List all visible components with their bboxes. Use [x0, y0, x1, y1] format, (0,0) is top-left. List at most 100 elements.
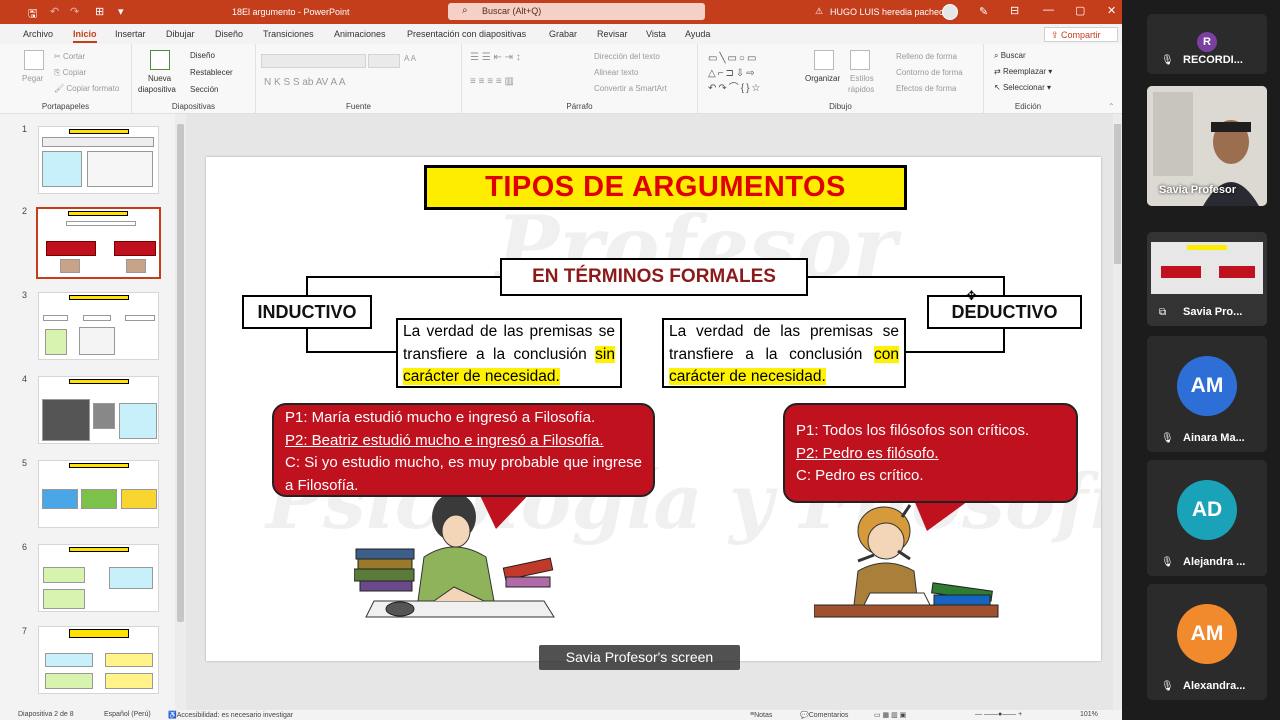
quick-styles-label-2[interactable]: rápidos [848, 85, 874, 94]
inductive-definition[interactable]: La verdad de las premisas se transfiere … [396, 318, 622, 388]
text-direction-button[interactable]: Dirección del texto [594, 52, 660, 61]
cut-button[interactable]: ✂ Cortar [54, 52, 85, 61]
list-icons[interactable]: ☰ ☰ ⇤ ⇥ ↕ [470, 52, 521, 63]
thumb-number: 5 [22, 458, 28, 468]
reset-button[interactable]: Restablecer [190, 68, 233, 77]
save-icon[interactable]: 🖫 [28, 5, 37, 24]
shape-outline-button[interactable]: Contorno de forma [896, 68, 963, 77]
smartart-button[interactable]: Convertir a SmartArt [594, 84, 667, 93]
quick-styles-icon[interactable] [850, 50, 870, 70]
select-button[interactable]: ↖ Seleccionar ▾ [994, 83, 1051, 92]
user-avatar[interactable] [942, 4, 958, 20]
align-text-button[interactable]: Alinear texto [594, 68, 638, 77]
shapes-gallery[interactable]: ▭╲▭○▭ △⌐⊐⇩⇨ ↶↷⌒{}☆ [708, 51, 800, 94]
ribbon-display-button[interactable]: ⊟ [1010, 4, 1019, 17]
maximize-button[interactable]: ▢ [1075, 4, 1085, 17]
participant-tile-screen[interactable]: ⧉ Savia Pro... [1147, 232, 1267, 326]
deductive-label[interactable]: DEDUCTIVO [927, 295, 1082, 329]
slide-thumbnail-3[interactable] [38, 292, 159, 360]
participant-tile[interactable]: AM 🎙 Alexandra... [1147, 584, 1267, 700]
font-size-select[interactable] [368, 54, 400, 68]
slide-canvas[interactable]: Profesor Psicología y Filosofía TIPOS DE… [206, 157, 1101, 661]
tab-transiciones[interactable]: Transiciones [263, 29, 314, 39]
quick-styles-button[interactable]: Estilos [850, 74, 874, 83]
tab-revisar[interactable]: Revisar [597, 29, 628, 39]
slide-thumbnail-5[interactable] [38, 460, 159, 528]
tab-insertar[interactable]: Insertar [115, 29, 146, 39]
scrollbar-thumb[interactable] [1114, 124, 1121, 264]
slide-count[interactable]: Diapositiva 2 de 8 [18, 711, 74, 718]
participant-tile-recording[interactable]: R 🎙 RECORDI... [1147, 14, 1267, 74]
participant-tile-video[interactable]: Savia Profesor [1147, 86, 1267, 206]
tab-presentacion[interactable]: Presentación con diapositivas [407, 29, 526, 39]
find-button[interactable]: ⌕ Buscar [994, 51, 1026, 61]
deductive-definition[interactable]: La verdad de las premisas se transfiere … [662, 318, 906, 388]
tab-grabar[interactable]: Grabar [549, 29, 577, 39]
replace-button[interactable]: ⇄ Reemplazar ▾ [994, 67, 1052, 76]
comments-button[interactable]: 💬 Comentarios [800, 711, 848, 719]
slide-scrollbar[interactable] [1113, 114, 1122, 710]
collapse-ribbon-icon[interactable]: ⌃ [1108, 102, 1115, 111]
zoom-level[interactable]: 101% [1080, 711, 1098, 718]
thumbnail-scrollbar[interactable] [175, 114, 186, 710]
new-slide-label-2[interactable]: diapositiva [138, 85, 176, 94]
participant-tile[interactable]: AD 🎙 Alejandra ... [1147, 460, 1267, 576]
align-icons[interactable]: ≡ ≡ ≡ ≡ ▥ [470, 76, 514, 87]
inductive-example-bubble[interactable]: P1: María estudió mucho e ingresó a Filo… [272, 403, 655, 497]
tab-vista[interactable]: Vista [646, 29, 666, 39]
slide-thumbnail-6[interactable] [38, 544, 159, 612]
close-button[interactable]: ✕ [1107, 4, 1116, 17]
tab-animaciones[interactable]: Animaciones [334, 29, 386, 39]
layout-button[interactable]: Diseño [190, 51, 215, 60]
user-name[interactable]: HUGO LUIS heredia pacheco [830, 7, 949, 17]
participant-tile[interactable]: AM 🎙 Ainara Ma... [1147, 336, 1267, 452]
new-slide-label[interactable]: Nueva [148, 74, 171, 83]
format-painter-button[interactable]: 🖌 Copiar formato [54, 84, 119, 93]
shape-effects-button[interactable]: Efectos de forma [896, 84, 956, 93]
undo-icon[interactable]: ↶ [50, 5, 59, 18]
tab-archivo[interactable]: Archivo [23, 29, 53, 39]
share-button[interactable]: ⇪ Compartir [1044, 27, 1118, 42]
arrange-button[interactable]: Organizar [805, 74, 840, 83]
scrollbar-thumb[interactable] [177, 124, 184, 622]
new-slide-icon[interactable] [150, 50, 170, 70]
thinking-boy-art [813, 504, 999, 618]
deductive-example-bubble[interactable]: P1: Todos los filósofos son críticos. P2… [783, 403, 1078, 503]
inductive-label[interactable]: INDUCTIVO [242, 295, 372, 329]
tab-inicio[interactable]: Inicio [73, 29, 97, 43]
formal-terms-heading[interactable]: EN TÉRMINOS FORMALES [500, 258, 808, 296]
view-buttons[interactable]: ▭ ▦ ▥ ▣ [874, 711, 906, 719]
font-grow-icons[interactable]: A A [404, 54, 416, 63]
zoom-slider[interactable]: — ——●—— + [975, 711, 1022, 718]
pen-icon[interactable]: ✎ [979, 5, 988, 18]
font-family-select[interactable] [261, 54, 366, 68]
font-format-icons[interactable]: N K S S ab AV A A [264, 77, 346, 88]
slide-thumbnail-4[interactable] [38, 376, 159, 444]
language-indicator[interactable]: Español (Perú) [104, 711, 151, 718]
tab-dibujar[interactable]: Dibujar [166, 29, 195, 39]
copy-button[interactable]: ⎘ Copiar [54, 68, 86, 78]
notes-button[interactable]: ≡ Notas [750, 711, 772, 719]
studying-girl-illustration[interactable] [353, 493, 564, 623]
slide-thumbnail-2[interactable] [36, 207, 161, 279]
customize-toolbar-icon[interactable]: ▾ [118, 5, 124, 18]
accessibility-status[interactable]: ♿ Accesibilidad: es necesario investigar [168, 711, 293, 719]
slide-thumbnail-7[interactable] [38, 626, 159, 694]
redo-icon[interactable]: ↷ [70, 5, 79, 18]
thinking-boy-illustration[interactable] [813, 501, 1004, 621]
arrange-icon[interactable] [814, 50, 834, 70]
slide-title[interactable]: TIPOS DE ARGUMENTOS [424, 165, 907, 210]
section-button[interactable]: Sección [190, 85, 218, 94]
paste-icon[interactable] [24, 50, 44, 70]
paste-button[interactable]: Pegar [22, 74, 43, 83]
thumb-block [109, 567, 153, 589]
slide-thumbnail-1[interactable] [38, 126, 159, 194]
share-label: Compartir [1061, 30, 1101, 40]
search-box[interactable]: ⌕ Buscar (Alt+Q) [448, 3, 705, 20]
thumb-block [87, 151, 153, 187]
shape-fill-button[interactable]: Relleno de forma [896, 52, 957, 61]
tab-diseno[interactable]: Diseño [215, 29, 243, 39]
presentation-start-icon[interactable]: ⊞ [95, 5, 104, 18]
tab-ayuda[interactable]: Ayuda [685, 29, 710, 39]
minimize-button[interactable]: — [1043, 4, 1054, 16]
